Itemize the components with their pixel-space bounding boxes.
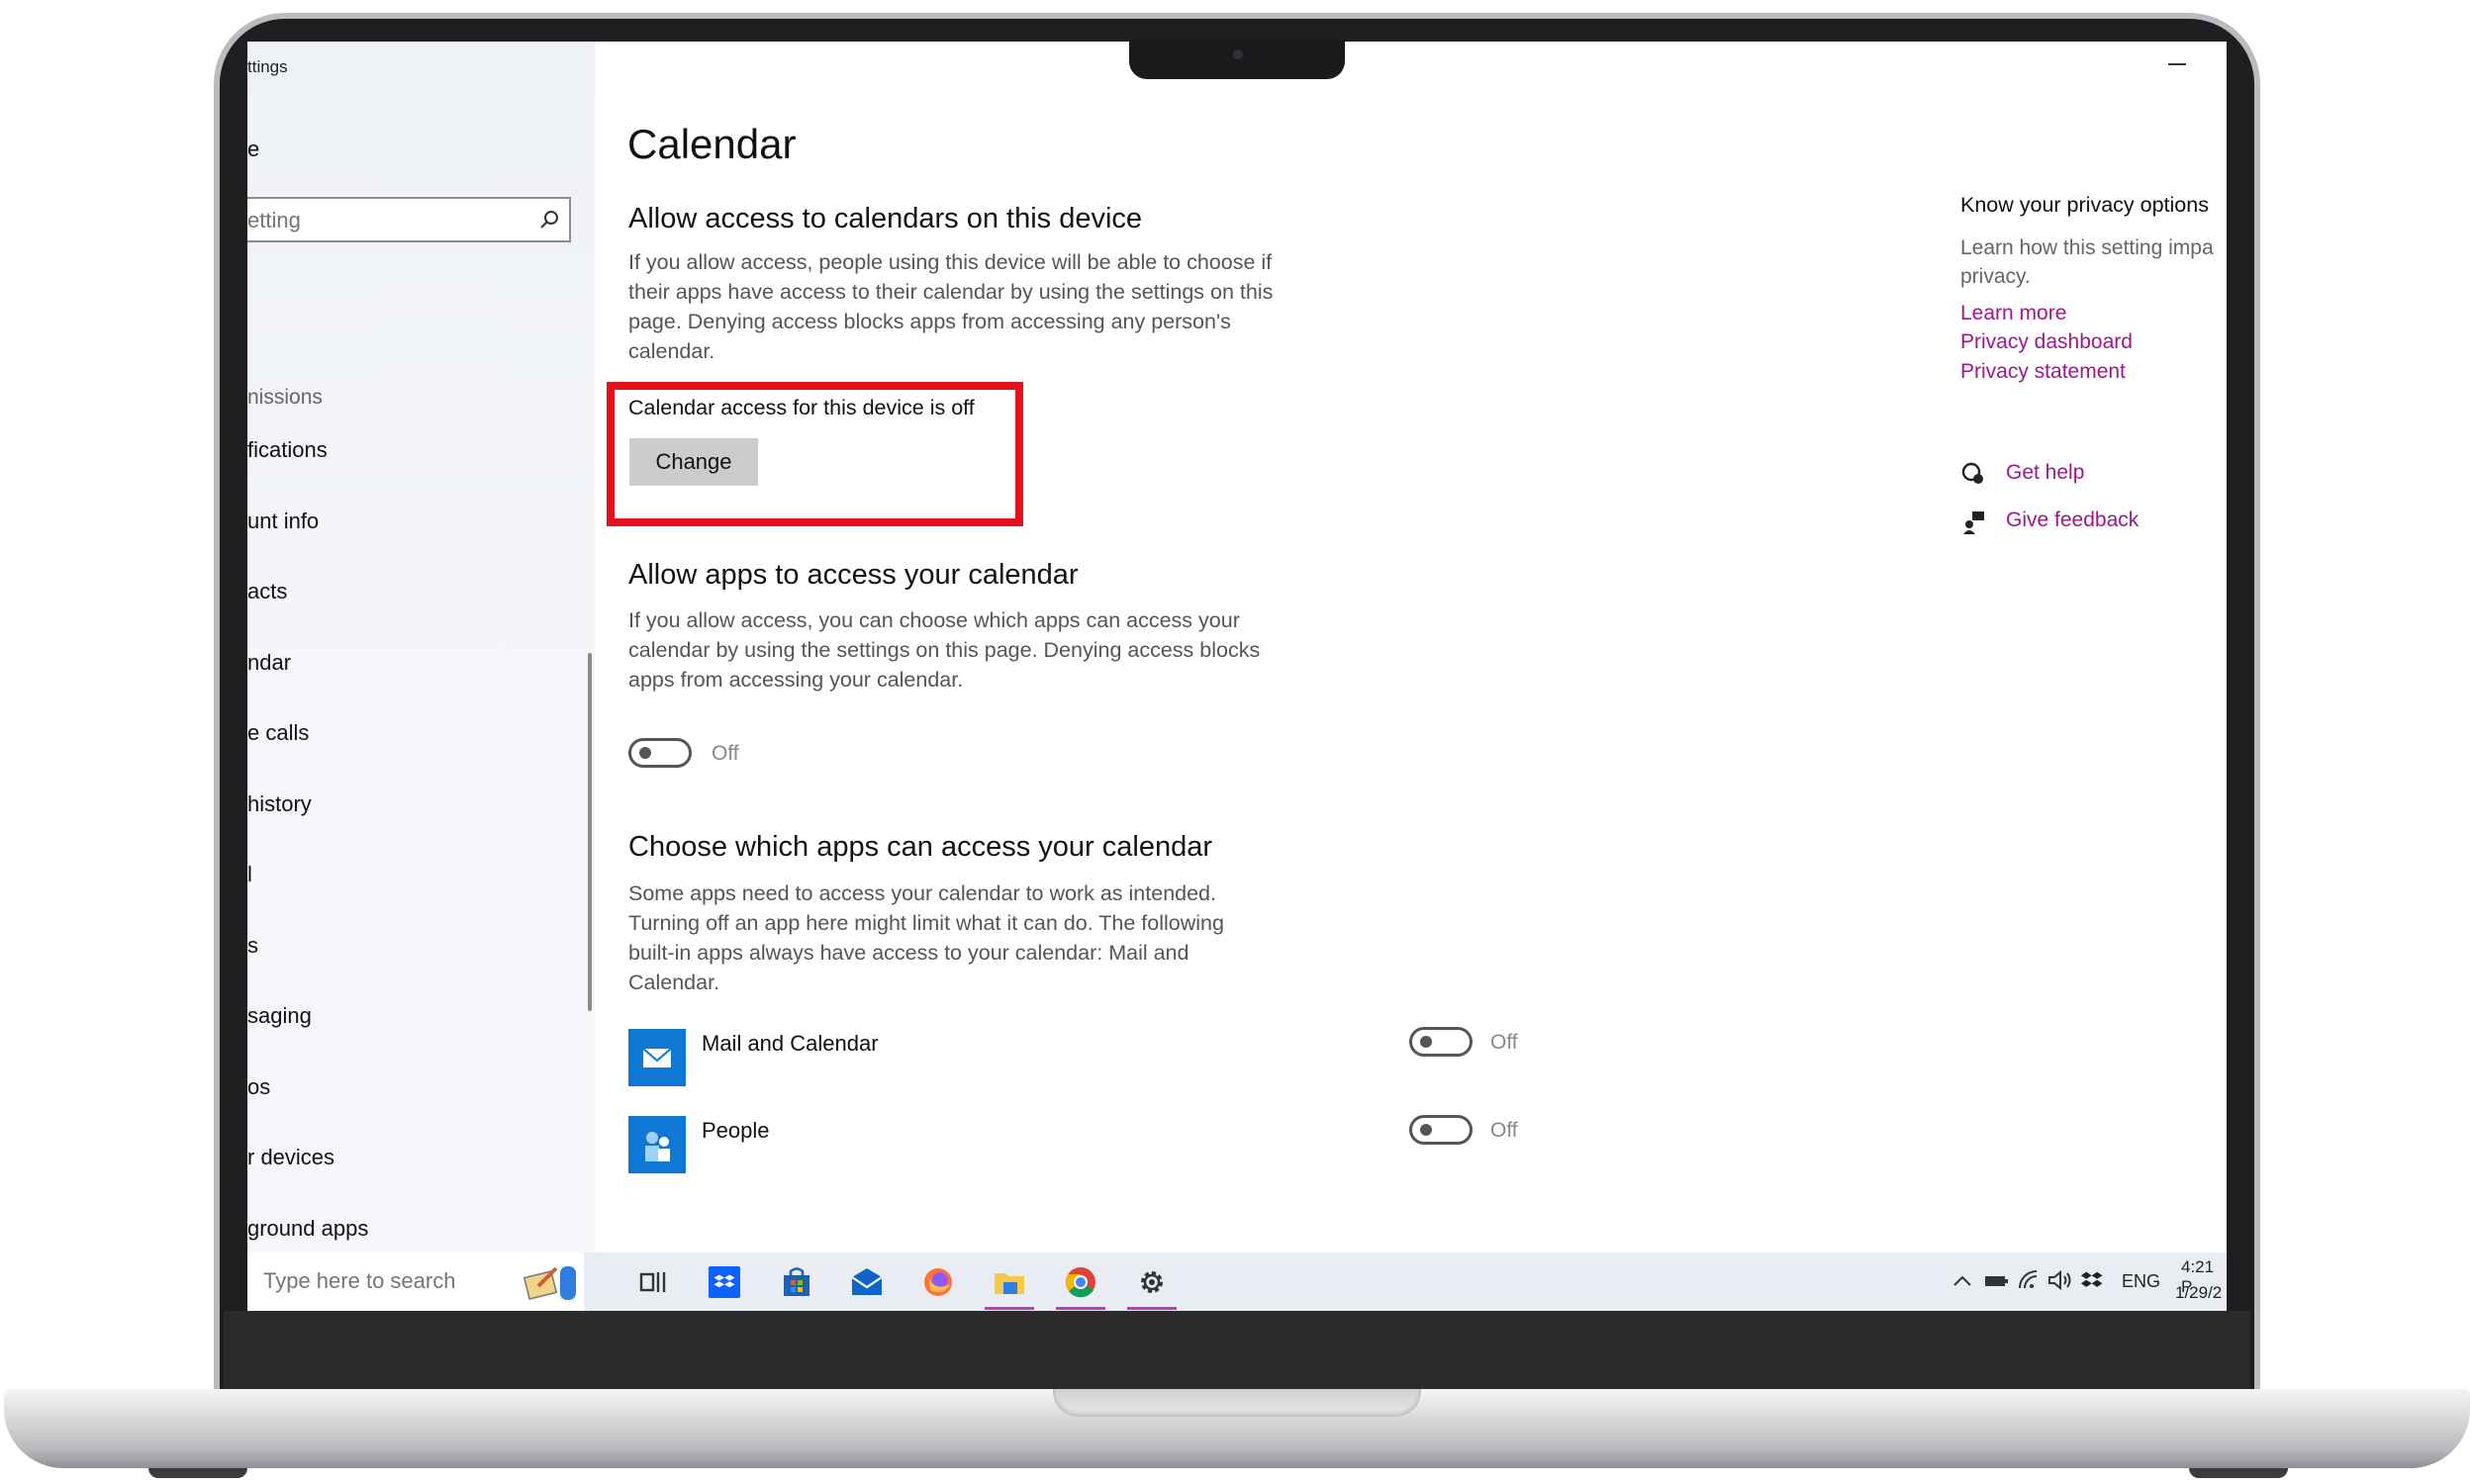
apps-access-heading: Allow apps to access your calendar [628,559,1079,591]
choose-apps-description: Some apps need to access your calendar t… [628,881,1224,994]
sidebar-item-call-history[interactable]: history [247,791,312,817]
sidebar-scrollbar[interactable] [588,653,592,1011]
firefox-icon[interactable] [920,1264,956,1300]
choose-apps-heading: Choose which apps can access your calend… [628,831,1212,863]
wifi-icon[interactable] [2017,1268,2041,1292]
settings-active-indicator [1127,1307,1177,1310]
people-app-icon [628,1116,686,1173]
settings-gear-icon[interactable] [1134,1264,1170,1300]
sidebar-item-other-devices[interactable]: r devices [247,1145,334,1170]
search-icon [540,211,558,229]
sidebar-item-account-info[interactable]: unt info [247,509,319,534]
apps-access-toggle[interactable] [628,738,692,768]
toggle-knob [639,747,651,759]
laptop-foot-right [2189,1468,2288,1478]
device-access-heading: Allow access to calendars on this device [628,203,1143,234]
taskbar: ENG 4:21 P 1/29/2 [247,1252,2227,1311]
sidebar-item-background-apps[interactable]: ground apps [247,1216,368,1242]
microsoft-store-icon[interactable] [779,1264,814,1300]
dropbox-tray-icon[interactable] [2080,1268,2104,1292]
dropbox-icon[interactable] [707,1264,742,1300]
file-explorer-icon[interactable] [992,1264,1027,1300]
settings-content: Calendar Allow access to calendars on th… [595,42,2227,1252]
minimize-button[interactable] [2168,63,2186,65]
screen-bottom-bezel [224,1311,2250,1400]
camera-lens [1233,49,1243,59]
sidebar-item-calendar[interactable]: ndar [247,650,291,676]
settings-sidebar: ttings e nissions fications unt info act… [247,42,595,1252]
give-feedback-link[interactable]: Give feedback [1960,509,2178,536]
chevron-up-icon[interactable] [1951,1272,1973,1290]
settings-search-box[interactable] [247,197,571,242]
get-help-icon [1961,462,1983,484]
search-highlight-illustration-icon [523,1266,576,1300]
taskbar-search-input[interactable] [263,1268,501,1294]
people-toggle-label: Off [1490,1119,1518,1142]
toggle-knob [1420,1036,1432,1048]
sidebar-home[interactable]: e [247,137,259,162]
file-explorer-active-indicator [985,1307,1034,1310]
mail-icon[interactable] [849,1264,885,1300]
laptop-foot-left [148,1468,247,1478]
laptop-opening-notch [1053,1389,1421,1417]
camera-notch [1129,40,1345,79]
sidebar-item-messaging[interactable]: saging [247,1003,312,1029]
laptop-mockup: ttings e nissions fications unt info act… [0,0,2474,1484]
privacy-options-title: Know your privacy options [1960,193,2209,217]
privacy-statement-link[interactable]: Privacy statement [1960,360,2126,384]
sidebar-item-email[interactable]: l [247,862,252,887]
task-view-icon[interactable] [635,1264,671,1300]
privacy-dashboard-link[interactable]: Privacy dashboard [1960,330,2133,354]
mail-calendar-toggle[interactable] [1409,1027,1473,1057]
sidebar-item-contacts[interactable]: acts [247,579,287,604]
clock-date[interactable]: 1/29/2 [2175,1283,2222,1303]
device-access-description: If you allow access, people using this d… [628,250,1274,363]
sidebar-section-permissions: nissions [247,386,323,409]
chrome-icon[interactable] [1063,1264,1098,1300]
chrome-active-indicator [1056,1307,1105,1310]
apps-access-description: If you allow access, you can choose whic… [628,608,1261,692]
app-name-people: People [702,1118,770,1143]
screen: ttings e nissions fications unt info act… [247,42,2227,1311]
give-feedback-label: Give feedback [2006,509,2140,531]
sidebar-item-notifications[interactable]: fications [247,437,328,463]
get-help-label: Get help [2006,461,2085,484]
page-title: Calendar [627,121,797,167]
highlight-box [607,382,1023,526]
people-toggle[interactable] [1409,1115,1473,1145]
window-title: ttings [247,57,288,76]
app-name-mail-calendar: Mail and Calendar [702,1031,879,1056]
sidebar-item-phone-calls[interactable]: e calls [247,720,309,746]
privacy-options-text: Learn how this setting impa privacy. [1960,236,2214,288]
learn-more-link[interactable]: Learn more [1960,302,2066,325]
sidebar-item-radios[interactable]: os [247,1074,270,1100]
give-feedback-icon [1963,511,1984,534]
get-help-link[interactable]: Get help [1960,461,2158,489]
privacy-options-panel: Know your privacy options Learn how this… [1960,42,2227,635]
volume-icon[interactable] [2046,1268,2074,1292]
sidebar-item-tasks[interactable]: s [247,933,258,959]
toggle-knob [1420,1124,1432,1136]
apps-access-toggle-label: Off [712,742,739,765]
settings-search-input[interactable] [247,208,524,233]
language-indicator[interactable]: ENG [2122,1271,2160,1292]
mail-calendar-app-icon [628,1029,686,1086]
taskbar-search-box[interactable] [247,1252,584,1311]
mail-calendar-toggle-label: Off [1490,1031,1518,1054]
battery-icon[interactable] [1983,1272,2009,1290]
